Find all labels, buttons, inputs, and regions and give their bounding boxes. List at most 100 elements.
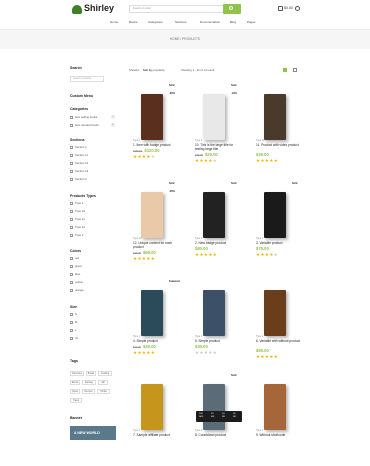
tag[interactable]: Fantasy bbox=[82, 380, 96, 385]
settings-icon[interactable] bbox=[295, 6, 300, 11]
checkbox[interactable] bbox=[70, 312, 73, 316]
product-card[interactable]: Featured Type 1 4. Simple product $40.00 $30… bbox=[133, 276, 181, 372]
product-title[interactable]: 2. New badge product bbox=[195, 241, 243, 245]
checkbox[interactable] bbox=[70, 153, 73, 157]
checkbox[interactable] bbox=[70, 328, 73, 332]
section-item[interactable]: Section 1 bbox=[70, 145, 87, 151]
product-title[interactable]: 4. Simple product bbox=[133, 339, 181, 343]
checkbox[interactable] bbox=[70, 201, 73, 205]
size-item[interactable]: S bbox=[70, 312, 77, 318]
checkbox[interactable] bbox=[70, 209, 73, 213]
checkbox[interactable] bbox=[70, 161, 73, 165]
checkbox[interactable] bbox=[70, 336, 73, 340]
section-item[interactable]: Section 2 bbox=[70, 177, 87, 183]
product-title[interactable]: 6. Variable with without product bbox=[256, 339, 304, 343]
type-item[interactable]: Type 2 bbox=[70, 233, 83, 239]
product-card[interactable]: Sold -30% Type 1 1. Item with badge product… bbox=[133, 80, 181, 176]
product-title[interactable]: 12. Unique content for each product bbox=[133, 241, 181, 249]
tag[interactable]: Recipes bbox=[82, 389, 95, 394]
checkbox[interactable] bbox=[70, 115, 73, 119]
tag[interactable]: Thriller bbox=[97, 389, 110, 394]
type-item[interactable]: Type 11 bbox=[70, 217, 85, 223]
tag[interactable]: Adventure bbox=[70, 371, 84, 376]
book-cover[interactable] bbox=[141, 94, 163, 140]
nav-item[interactable]: Documentation bbox=[200, 20, 220, 24]
book-cover[interactable] bbox=[203, 290, 225, 336]
size-item[interactable]: L bbox=[70, 328, 77, 334]
color-item[interactable]: red bbox=[70, 256, 79, 262]
checkbox[interactable] bbox=[70, 288, 73, 292]
product-card[interactable]: Sold Type 1 3. Variable product $75.00 ★★★★★ bbox=[256, 178, 304, 274]
checkbox[interactable] bbox=[70, 217, 73, 221]
color-item[interactable]: orange bbox=[70, 288, 84, 294]
checkbox[interactable] bbox=[70, 272, 73, 276]
product-card[interactable]: Sold -30% Type 12 12. Unique content for ea… bbox=[133, 178, 181, 274]
product-card[interactable]: Type 1 5. Simple product $30.00 ★★★★★ bbox=[195, 276, 243, 372]
book-cover[interactable] bbox=[141, 290, 163, 336]
color-item[interactable]: green bbox=[70, 264, 82, 270]
nav-item[interactable]: Books bbox=[129, 20, 137, 24]
tag[interactable]: Ebook bbox=[70, 380, 80, 385]
book-cover[interactable] bbox=[203, 94, 225, 140]
section-item[interactable]: Section 13 bbox=[70, 169, 88, 175]
size-item[interactable]: M bbox=[70, 320, 77, 326]
product-card[interactable]: Sold Type 1 2. New badge product $80.00 ★★★★… bbox=[195, 178, 243, 274]
checkbox[interactable] bbox=[70, 264, 73, 268]
book-cover[interactable] bbox=[264, 94, 286, 140]
product-title[interactable]: 5. Simple product bbox=[195, 339, 243, 343]
product-title[interactable]: 10. This is the large title for testing … bbox=[195, 143, 243, 151]
checkbox[interactable] bbox=[70, 320, 73, 324]
book-cover[interactable] bbox=[264, 290, 286, 336]
product-card[interactable]: Type 10 11. Product with video product $29… bbox=[256, 80, 304, 176]
type-item[interactable]: Type 1 bbox=[70, 201, 83, 207]
product-title[interactable]: 8. Countdown product bbox=[195, 433, 243, 437]
product-title[interactable]: 7. Sample affiliate product bbox=[133, 433, 181, 437]
cart-icon[interactable] bbox=[278, 6, 283, 11]
logo[interactable]: Shirley bbox=[72, 3, 114, 15]
nav-item[interactable]: Categories bbox=[148, 20, 163, 24]
size-item[interactable]: XL bbox=[70, 336, 78, 342]
color-item[interactable]: yellow bbox=[70, 280, 83, 286]
tag[interactable]: Cooking bbox=[98, 371, 112, 376]
category-item[interactable]: best selling books 2 bbox=[70, 115, 118, 121]
book-cover[interactable] bbox=[264, 384, 286, 430]
type-item[interactable]: Type 12 bbox=[70, 225, 85, 231]
checkbox[interactable] bbox=[70, 233, 73, 237]
product-title[interactable]: 11. Product with video product bbox=[256, 143, 304, 147]
checkbox[interactable] bbox=[70, 169, 73, 173]
checkbox[interactable] bbox=[70, 256, 73, 260]
checkbox[interactable] bbox=[70, 177, 73, 181]
tag[interactable]: Travel bbox=[70, 398, 82, 403]
nav-item[interactable]: Blog bbox=[230, 20, 236, 24]
book-cover[interactable] bbox=[203, 384, 225, 430]
grid-view-icon[interactable] bbox=[283, 68, 287, 72]
nav-item[interactable]: Pages bbox=[247, 20, 256, 24]
sort-select[interactable]: Sort by popularity bbox=[143, 68, 179, 72]
category-item[interactable]: best tranded books 6 bbox=[70, 123, 118, 129]
product-card[interactable]: Type 1 7. Sample affiliate product bbox=[133, 370, 181, 466]
book-cover[interactable] bbox=[141, 192, 163, 238]
product-card[interactable]: Type 1 9. Without shortcode bbox=[256, 370, 304, 466]
book-cover[interactable] bbox=[264, 192, 286, 238]
search-button[interactable] bbox=[223, 4, 241, 14]
tag[interactable]: Gift bbox=[98, 380, 108, 385]
book-cover[interactable] bbox=[203, 192, 225, 238]
checkbox[interactable] bbox=[70, 123, 73, 127]
nav-item[interactable]: Sections bbox=[175, 20, 187, 24]
book-cover[interactable] bbox=[141, 384, 163, 430]
product-card[interactable]: Type 1 6. Variable with without product $5… bbox=[256, 276, 304, 372]
list-view-icon[interactable] bbox=[293, 68, 297, 72]
checkbox[interactable] bbox=[70, 280, 73, 284]
checkbox[interactable] bbox=[70, 225, 73, 229]
checkbox[interactable] bbox=[70, 145, 73, 149]
color-item[interactable]: blue bbox=[70, 272, 80, 278]
section-item[interactable]: Section 11 bbox=[70, 153, 88, 159]
type-item[interactable]: Type 10 bbox=[70, 209, 85, 215]
section-item[interactable]: Section 12 bbox=[70, 161, 88, 167]
tag[interactable]: Books bbox=[86, 371, 96, 376]
product-title[interactable]: 3. Variable product bbox=[256, 241, 304, 245]
show-select[interactable]: 12 bbox=[136, 68, 139, 72]
nav-item[interactable]: Home bbox=[110, 20, 118, 24]
product-title[interactable]: 1. Item with badge product bbox=[133, 143, 181, 147]
product-title[interactable]: 9. Without shortcode bbox=[256, 433, 304, 437]
